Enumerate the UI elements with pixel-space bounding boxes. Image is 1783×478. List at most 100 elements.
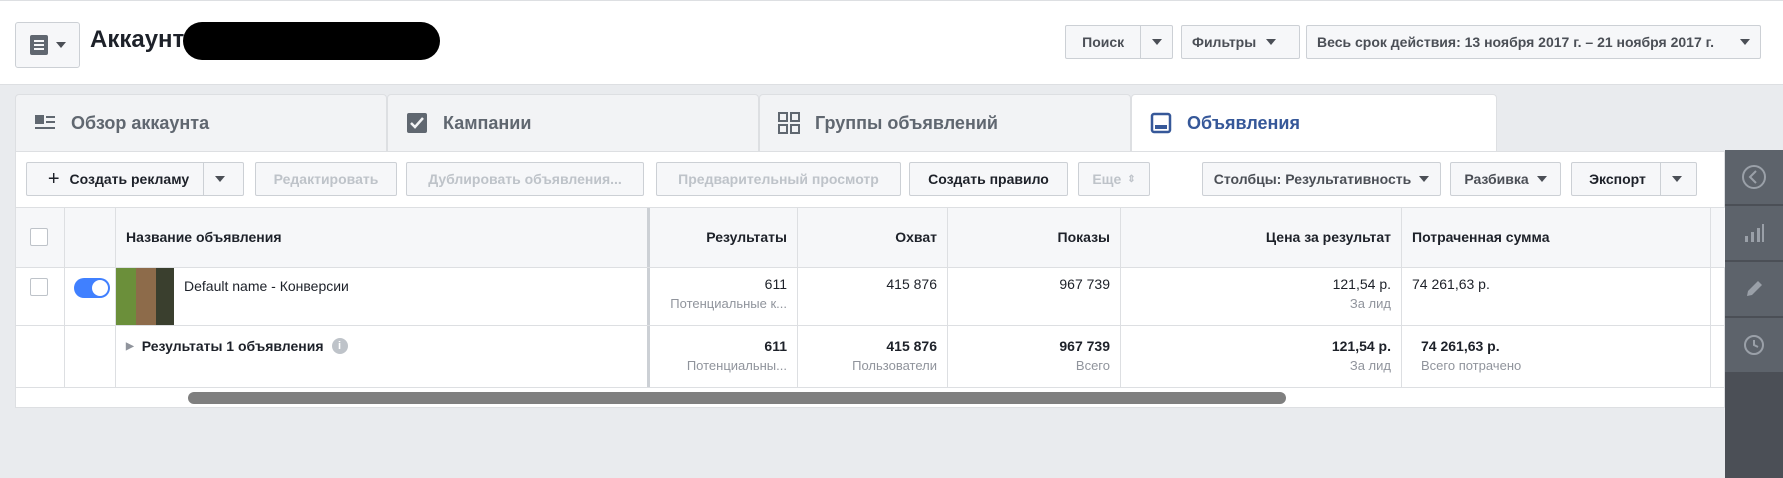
info-icon[interactable]: i (331, 338, 348, 354)
export-label[interactable]: Экспорт (1575, 163, 1661, 195)
sort-arrows-icon: ⇕ (1127, 173, 1136, 185)
create-ad-dropdown[interactable] (204, 176, 236, 182)
search-button[interactable]: Поиск (1065, 25, 1173, 59)
table-row[interactable]: Default name - Конверсии 611 Потенциальн… (16, 268, 1726, 326)
grid-icon (778, 112, 800, 134)
impressions-value: 967 739 (1059, 276, 1110, 292)
clock-icon (1744, 335, 1764, 355)
summary-results-value: 611 (764, 338, 787, 354)
impressions-cell: 967 739 (948, 268, 1121, 325)
tab-ad-sets[interactable]: Группы объявлений (759, 94, 1131, 151)
chevron-down-icon (215, 176, 226, 182)
chevron-down-icon (55, 42, 66, 48)
column-header-amount-spent[interactable]: Потраченная сумма (1402, 208, 1711, 267)
breakdown-label: Разбивка (1464, 171, 1529, 187)
ads-panel: + Создать рекламу Редактировать Дублиров… (15, 151, 1726, 408)
tab-label: Кампании (443, 112, 532, 133)
row-checkbox[interactable] (30, 278, 48, 296)
document-icon (29, 35, 48, 55)
summary-results-cell: 611 Потенциальны... (650, 326, 798, 387)
summary-label: Результаты 1 объявления (141, 338, 324, 354)
toolbar: + Создать рекламу Редактировать Дублиров… (16, 152, 1726, 207)
tab-ads[interactable]: Объявления (1131, 94, 1497, 151)
tab-label: Обзор аккаунта (71, 112, 210, 133)
column-header-impressions[interactable]: Показы (948, 208, 1121, 267)
results-sub: Потенциальные к... (670, 296, 787, 311)
create-ad-main[interactable]: + Создать рекламу (34, 163, 205, 195)
tab-label: Группы объявлений (815, 112, 998, 133)
create-ad-button[interactable]: + Создать рекламу (26, 162, 244, 196)
account-menu-button[interactable] (15, 22, 80, 68)
chevron-left-icon (1742, 165, 1766, 189)
chevron-down-icon (1536, 176, 1547, 182)
column-header-results[interactable]: Результаты (650, 208, 798, 267)
results-value: 611 (764, 276, 787, 292)
pencil-icon (1747, 281, 1762, 296)
summary-reach-cell: 415 876 Пользователи (798, 326, 948, 387)
search-label: Поиск (1082, 34, 1125, 50)
expand-arrow-icon[interactable]: ▶ (126, 341, 134, 352)
summary-results-sub: Потенциальны... (686, 358, 787, 373)
summary-reach-value: 415 876 (886, 338, 937, 354)
more-button[interactable]: Еще ⇕ (1078, 162, 1150, 196)
summary-impressions-value: 967 739 (1059, 338, 1110, 354)
export-button[interactable]: Экспорт (1571, 162, 1697, 196)
columns-button[interactable]: Столбцы: Результативность (1202, 162, 1441, 196)
preview-button[interactable]: Предварительный просмотр (656, 162, 901, 196)
collapse-rail-button[interactable] (1725, 150, 1783, 205)
rail-insights-button[interactable] (1725, 206, 1783, 261)
edit-label: Редактировать (273, 171, 379, 187)
ad-name-link[interactable]: Default name - Конверсии (184, 278, 349, 294)
cost-per-result-sub: За лид (1349, 296, 1391, 311)
column-header-name[interactable]: Название объявления (116, 208, 650, 267)
filters-button[interactable]: Фильтры (1181, 25, 1300, 59)
chevron-down-icon (1740, 39, 1750, 45)
tab-campaigns[interactable]: Кампании (387, 94, 759, 151)
ads-table: Название объявления Результаты Охват Пок… (16, 207, 1726, 389)
summary-amount-spent-value: 74 261,63 р. (1421, 338, 1500, 354)
top-bar: Аккаунт: Поиск Фильтры Весь срок действи… (0, 0, 1783, 85)
chevron-down-icon (1671, 176, 1682, 182)
results-cell: 611 Потенциальные к... (650, 268, 798, 325)
amount-spent-value: 74 261,63 р. (1412, 276, 1490, 292)
create-rule-label: Создать правило (928, 171, 1049, 187)
duplicate-button[interactable]: Дублировать объявления... (406, 162, 644, 196)
edit-button[interactable]: Редактировать (255, 162, 397, 196)
date-range-picker[interactable]: Весь срок действия: 13 ноября 2017 г. – … (1306, 25, 1761, 59)
chevron-down-icon (1151, 39, 1162, 45)
rail-edit-button[interactable] (1725, 262, 1783, 317)
ad-name-cell: Default name - Конверсии (116, 268, 650, 325)
bar-chart-icon (1745, 224, 1764, 242)
column-header-cost-per-result[interactable]: Цена за результат (1121, 208, 1402, 267)
tab-account-overview[interactable]: Обзор аккаунта (15, 94, 387, 151)
right-rail (1725, 150, 1783, 478)
breakdown-button[interactable]: Разбивка (1450, 162, 1561, 196)
reach-cell: 415 876 (798, 268, 948, 325)
amount-spent-cell: 74 261,63 р. (1402, 268, 1711, 325)
cost-per-result-cell: 121,54 р. За лид (1121, 268, 1402, 325)
summary-spacer (65, 326, 116, 387)
chevron-down-icon (1419, 176, 1430, 182)
summary-row: ▶ Результаты 1 объявления i 611 Потенциа… (16, 326, 1726, 388)
summary-cost-per-result-cell: 121,54 р. За лид (1121, 326, 1402, 387)
rail-history-button[interactable] (1725, 318, 1783, 373)
column-header-reach[interactable]: Охват (798, 208, 948, 267)
more-label: Еще (1092, 171, 1122, 187)
ad-icon (1150, 112, 1172, 134)
redacted-account-name (183, 22, 440, 60)
horizontal-scrollbar[interactable] (188, 392, 1286, 404)
row-select-cell (16, 268, 65, 325)
select-all-checkbox[interactable] (30, 228, 48, 246)
search-dropdown-toggle[interactable] (1140, 26, 1172, 58)
export-dropdown[interactable] (1661, 176, 1693, 182)
reach-value: 415 876 (886, 276, 937, 292)
plus-icon: + (47, 167, 60, 190)
ad-toggle[interactable] (74, 278, 110, 298)
create-rule-button[interactable]: Создать правило (909, 162, 1068, 196)
summary-amount-spent-cell: 74 261,63 р. Всего потрачено (1402, 326, 1711, 387)
checkbox-icon (406, 112, 428, 134)
duplicate-label: Дублировать объявления... (428, 171, 622, 187)
cost-per-result-value: 121,54 р. (1332, 276, 1391, 292)
summary-impressions-cell: 967 739 Всего (948, 326, 1121, 387)
chevron-down-icon (1266, 39, 1277, 45)
